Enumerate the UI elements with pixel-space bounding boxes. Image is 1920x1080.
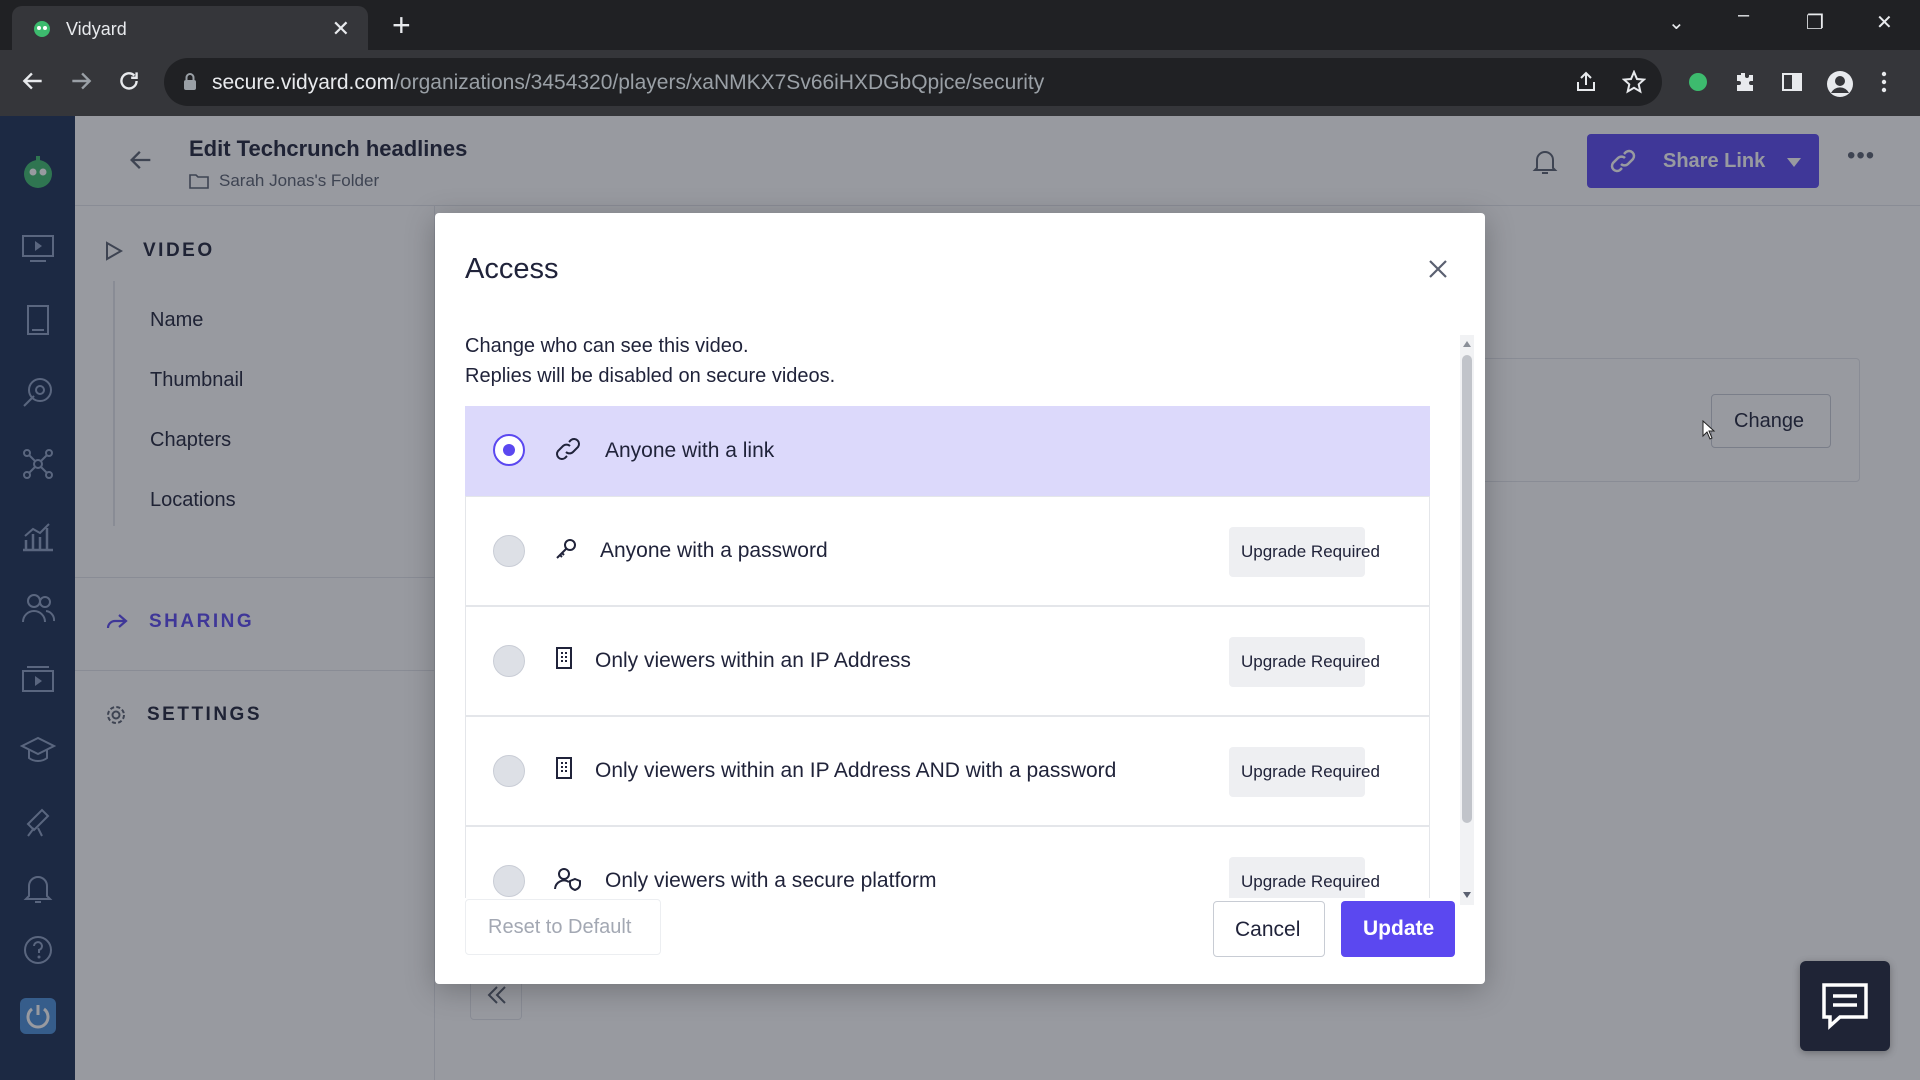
- mouse-cursor-icon: [1702, 420, 1716, 440]
- cancel-button[interactable]: Cancel: [1213, 901, 1325, 957]
- radio-unselected[interactable]: [493, 755, 525, 787]
- bookmark-star-icon[interactable]: [1622, 70, 1646, 94]
- link-icon: [554, 437, 582, 461]
- tab-title: Vidyard: [66, 19, 127, 39]
- modal-description-line2: Replies will be disabled on secure video…: [465, 365, 836, 387]
- option-label: Only viewers within an IP Address: [595, 649, 911, 672]
- scroll-down-icon[interactable]: [1463, 892, 1471, 898]
- radio-unselected[interactable]: [493, 865, 525, 897]
- vidyard-extension-icon[interactable]: [1686, 70, 1710, 94]
- building-icon: [555, 756, 573, 780]
- option-anyone-with-password[interactable]: Anyone with a password Upgrade Required: [465, 496, 1430, 606]
- option-label: Only viewers within an IP Address AND wi…: [595, 759, 1117, 782]
- option-label: Only viewers with a secure platform: [605, 869, 937, 892]
- chat-support-button[interactable]: [1800, 961, 1890, 1051]
- scrollbar-thumb[interactable]: [1462, 355, 1472, 823]
- tab-search-icon[interactable]: ⌄: [1668, 10, 1685, 35]
- radio-unselected[interactable]: [493, 645, 525, 677]
- option-label: Anyone with a link: [605, 439, 775, 462]
- access-modal: Access Change who can see this video. Re…: [435, 213, 1485, 984]
- minimize-icon[interactable]: –: [1738, 4, 1749, 27]
- option-ip-address[interactable]: Only viewers within an IP Address Upgrad…: [465, 606, 1430, 716]
- forward-arrow-icon[interactable]: [68, 68, 94, 94]
- browser-tab-bar: Vidyard ✕ + ⌄ – ❐ ✕: [0, 0, 1920, 50]
- upgrade-required-badge[interactable]: Upgrade Required: [1229, 857, 1380, 898]
- option-label: Anyone with a password: [600, 539, 828, 562]
- reset-to-default-button[interactable]: Reset to Default: [465, 899, 661, 955]
- browser-address-bar: secure.vidyard.com/organizations/3454320…: [0, 50, 1920, 116]
- window-close-icon[interactable]: ✕: [1876, 10, 1893, 35]
- reload-icon[interactable]: [116, 68, 142, 94]
- chrome-menu-icon[interactable]: [1880, 70, 1888, 94]
- radio-selected[interactable]: [493, 434, 525, 466]
- option-anyone-with-link[interactable]: Anyone with a link: [465, 406, 1430, 496]
- scroll-up-icon[interactable]: [1463, 341, 1471, 347]
- lock-icon: [182, 72, 198, 92]
- radio-unselected[interactable]: [493, 535, 525, 567]
- url-text: secure.vidyard.com/organizations/3454320…: [212, 71, 1045, 94]
- access-options-list: Anyone with a link Anyone with a passwor…: [465, 406, 1430, 898]
- building-icon: [555, 646, 573, 670]
- update-button[interactable]: Update: [1341, 901, 1455, 957]
- option-ip-address-and-password[interactable]: Only viewers within an IP Address AND wi…: [465, 716, 1430, 826]
- key-icon: [554, 537, 578, 561]
- chat-icon: [1822, 983, 1868, 1030]
- profile-avatar-icon[interactable]: [1826, 70, 1854, 98]
- restore-icon[interactable]: ❐: [1806, 10, 1824, 35]
- modal-title: Access: [465, 253, 559, 285]
- tab-close-icon[interactable]: ✕: [332, 16, 350, 42]
- new-tab-icon[interactable]: +: [392, 8, 411, 42]
- share-page-icon[interactable]: [1574, 70, 1598, 94]
- modal-description-line1: Change who can see this video.: [465, 335, 749, 357]
- user-shield-icon: [554, 867, 582, 891]
- omnibox[interactable]: secure.vidyard.com/organizations/3454320…: [164, 58, 1662, 106]
- browser-tab[interactable]: Vidyard ✕: [12, 6, 368, 50]
- upgrade-required-badge[interactable]: Upgrade Required: [1229, 747, 1380, 797]
- back-arrow-icon[interactable]: [20, 68, 46, 94]
- upgrade-required-badge[interactable]: Upgrade Required: [1229, 637, 1380, 687]
- vidyard-favicon-icon: [32, 18, 52, 38]
- upgrade-required-badge[interactable]: Upgrade Required: [1229, 527, 1380, 577]
- extensions-puzzle-icon[interactable]: [1732, 70, 1756, 94]
- close-icon[interactable]: [1428, 259, 1448, 279]
- option-secure-platform[interactable]: Only viewers with a secure platform Upgr…: [465, 826, 1430, 898]
- side-panel-icon[interactable]: [1780, 70, 1804, 94]
- options-scrollbar[interactable]: [1460, 335, 1474, 905]
